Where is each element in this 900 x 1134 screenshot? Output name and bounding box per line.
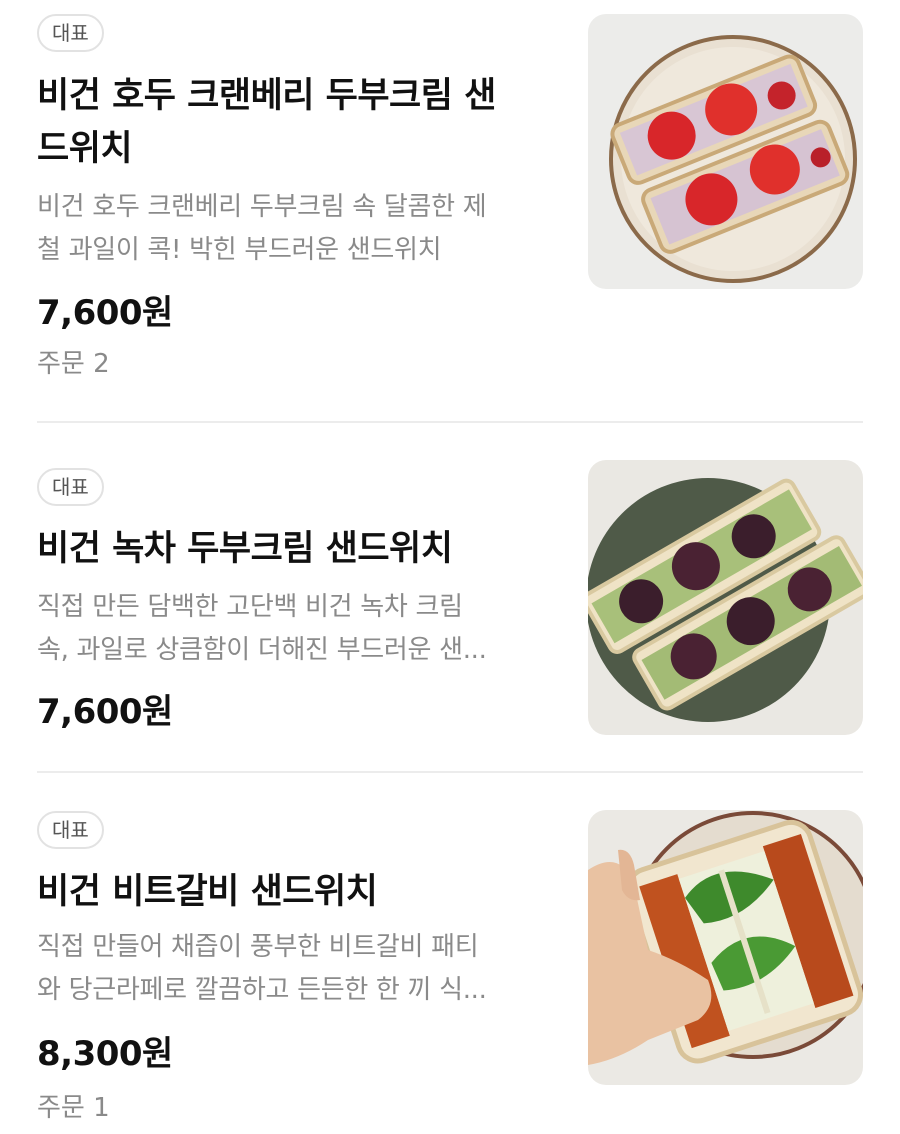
menu-description-line: 속, 과일로 상큼함이 더해진 부드러운 샌...: [37, 635, 487, 665]
menu-title: 비건 호두 크랜베리 두부크림 샌 드위치: [37, 70, 547, 176]
menu-title: 비건 녹차 두부크림 샌드위치: [37, 529, 453, 569]
signature-badge: 대표: [37, 14, 104, 52]
menu-description-line: 철 과일이 콕! 박힌 부드러운 샌드위치: [37, 235, 442, 265]
menu-title-line: 비건 호두 크랜베리 두부크림 샌: [37, 76, 496, 116]
signature-badge: 대표: [37, 811, 104, 849]
menu-title: 비건 비트갈비 샌드위치: [37, 872, 378, 912]
menu-description: 직접 만들어 채즙이 풍부한 비트갈비 패티 와 당근라페로 깔끔하고 든든한 …: [37, 926, 547, 1012]
strawberry-sandwich-icon: [588, 14, 863, 289]
menu-item-greentea[interactable]: 대표 비건 녹차 두부크림 샌드위치 직접 만든 담백한 고단백 비건 녹차 크…: [0, 423, 900, 772]
menu-description-line: 직접 만든 담백한 고단백 비건 녹차 크림: [37, 592, 463, 622]
menu-item-beet-galbi[interactable]: 대표 비건 비트갈비 샌드위치 직접 만들어 채즙이 풍부한 비트갈비 패티 와…: [0, 773, 900, 1134]
menu-description: 직접 만든 담백한 고단백 비건 녹차 크림 속, 과일로 상큼함이 더해진 부…: [37, 586, 547, 672]
signature-badge: 대표: [37, 468, 104, 506]
menu-item-walnut-cranberry[interactable]: 대표 비건 호두 크랜베리 두부크림 샌 드위치 비건 호두 크랜베리 두부크림…: [0, 0, 900, 422]
menu-price: 8,300원: [37, 1034, 173, 1074]
menu-description-line: 직접 만들어 채즙이 풍부한 비트갈비 패티: [37, 932, 479, 962]
menu-description-line: 비건 호두 크랜베리 두부크림 속 달콤한 제: [37, 192, 487, 222]
menu-description: 비건 호두 크랜베리 두부크림 속 달콤한 제 철 과일이 콕! 박힌 부드러운…: [37, 186, 547, 272]
order-count: 주문 1: [37, 1093, 110, 1123]
greentea-grape-sandwich-icon: [588, 460, 863, 735]
beet-galbi-sandwich-icon: [588, 810, 863, 1085]
order-count: 주문 2: [37, 349, 110, 379]
greentea-grape-sandwich-image[interactable]: [588, 460, 863, 735]
strawberry-sandwich-image[interactable]: [588, 14, 863, 289]
beet-galbi-sandwich-image[interactable]: [588, 810, 863, 1085]
menu-price: 7,600원: [37, 293, 173, 333]
menu-title-line: 드위치: [37, 129, 133, 169]
menu-price: 7,600원: [37, 692, 173, 732]
menu-description-line: 와 당근라페로 깔끔하고 든든한 한 끼 식...: [37, 975, 487, 1005]
